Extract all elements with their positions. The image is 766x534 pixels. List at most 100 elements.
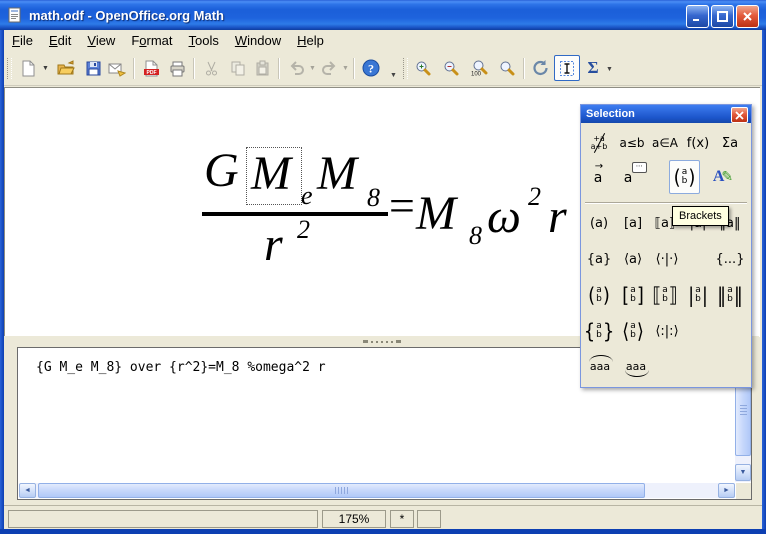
bracket-square-stacked[interactable]: [ab] [618,279,648,311]
brackets-tooltip: Brackets [672,206,729,226]
formula-subscript-e: e [301,183,313,209]
help-icon: ? [362,59,380,77]
formula-superscript-2-den: 2 [297,217,310,243]
bracket-double-square-stacked[interactable]: ⟦ab⟧ [650,279,680,311]
formula-superscript-2-omega: 2 [528,184,541,210]
zoom-in-button[interactable] [411,56,435,80]
formula-term-omega: ω [487,193,521,241]
open-button[interactable] [54,56,78,80]
export-pdf-icon: PDF [143,60,160,77]
formula-subscript-8-num: 8 [367,185,380,211]
bracket-double-line-stacked[interactable]: ‖ab‖ [715,279,745,311]
print-button[interactable] [165,56,189,80]
menu-help[interactable]: Help [289,30,332,52]
minimize-button[interactable] [686,5,709,28]
menu-edit[interactable]: Edit [41,30,79,52]
symbols-button[interactable]: Σ [581,56,605,80]
cut-button [199,56,223,80]
export-pdf-button[interactable]: PDF [139,56,163,80]
menu-format[interactable]: Format [123,30,180,52]
toolbar-grip[interactable] [403,58,408,79]
category-relations[interactable]: a≤b [617,129,647,157]
bracket-square[interactable]: [a] [618,209,648,237]
status-extra-field [417,510,441,528]
redo-dropdown-icon: ▼ [342,65,349,72]
bracket-round-stacked[interactable]: (ab) [584,279,614,311]
category-set-operations[interactable]: a∈A [649,129,681,157]
status-message-field [8,510,318,528]
formula-cursor-button[interactable] [554,55,580,81]
print-icon [169,60,186,77]
overbrace-button[interactable]: aaa [584,353,616,379]
formula-term-r-rhs: r [548,193,567,241]
zoom-out-button[interactable] [439,56,463,80]
menu-window[interactable]: Window [227,30,289,52]
redo-icon [321,60,338,77]
category-functions[interactable]: f(x) [683,129,713,157]
save-button[interactable] [81,56,105,80]
copy-button [226,56,250,80]
maximize-icon [717,11,728,22]
bracket-angle-stacked[interactable]: ⟨ab⟩ [618,315,648,347]
app-icon [7,7,23,23]
sigma-icon: Σ [587,58,598,78]
status-zoom-field[interactable]: 175% [322,510,386,528]
thumb-grip-icon [740,405,747,415]
refresh-icon [531,59,549,77]
toolbar-grip[interactable] [7,58,12,79]
menu-file[interactable]: File [4,30,41,52]
bracket-brace[interactable]: {a} [584,245,614,273]
statusbar: 175% * [4,505,762,530]
category-attributes[interactable]: →a [584,162,612,194]
horizontal-scroll-thumb[interactable] [38,483,645,498]
command-text[interactable]: {G M_e M_8} over {r^2}=M_8 %omega^2 r [36,360,326,375]
bracket-scalable-brace[interactable]: {...} [715,245,745,273]
refresh-button[interactable] [528,56,552,80]
new-dropdown-icon[interactable]: ▼ [42,65,49,72]
window-border-left [0,0,4,534]
selection-close-button[interactable] [731,107,748,123]
menu-tools[interactable]: Tools [181,30,227,52]
scroll-down-button[interactable]: ▼ [735,464,751,481]
email-button[interactable] [105,56,129,80]
menu-view[interactable]: View [79,30,123,52]
bracket-brace-stacked[interactable]: {ab} [584,315,614,347]
toolbar-separator [523,58,525,79]
window-title: math.odf - OpenOffice.org Math [29,8,224,23]
help-button[interactable]: ? [359,56,383,80]
category-formats[interactable]: A✎ [705,160,741,194]
arrow-right-icon: ► [723,487,730,494]
underbrace-button[interactable]: aaa [620,353,652,379]
undo-button [284,56,308,80]
svg-text:PDF: PDF [146,69,156,75]
category-operators[interactable]: Σa [715,129,745,157]
category-unary-binary-operators[interactable]: +aa+b [584,129,614,157]
menubar: File Edit View Format Tools Window Help [4,30,762,52]
titlebar[interactable]: math.odf - OpenOffice.org Math [0,0,766,30]
bracket-round[interactable]: (a) [584,209,614,237]
selection-palette-titlebar[interactable]: Selection [581,105,751,123]
svg-text:?: ? [368,62,374,76]
toolbar-overflow-icon[interactable]: ▼ [606,66,613,73]
minimize-icon [692,11,703,22]
window-border-right [762,0,766,534]
new-document-button[interactable] [16,56,40,80]
maximize-button[interactable] [711,5,734,28]
bracket-operator[interactable]: ⟨·|·⟩ [650,245,684,273]
zoom-icon [499,60,516,77]
open-folder-icon [57,60,75,77]
vector-a-icon: →a [594,170,603,186]
misc-a-icon: a⋯ [624,170,633,186]
scroll-left-button[interactable]: ◄ [19,483,36,498]
zoom-button[interactable] [495,56,519,80]
bracket-line-stacked[interactable]: |ab| [683,279,713,311]
zoom-100-button[interactable]: 100 [467,56,491,80]
thumb-grip-icon [335,487,348,494]
scroll-right-button[interactable]: ► [718,483,735,498]
category-others[interactable]: a⋯ [614,162,642,194]
toolbar-overflow-icon[interactable]: ▼ [390,72,397,79]
bracket-operator-stacked[interactable]: ⟨:|:⟩ [650,315,684,347]
close-button[interactable] [736,5,759,28]
category-brackets[interactable]: (ab) [669,160,700,194]
bracket-angle[interactable]: ⟨a⟩ [618,245,648,273]
